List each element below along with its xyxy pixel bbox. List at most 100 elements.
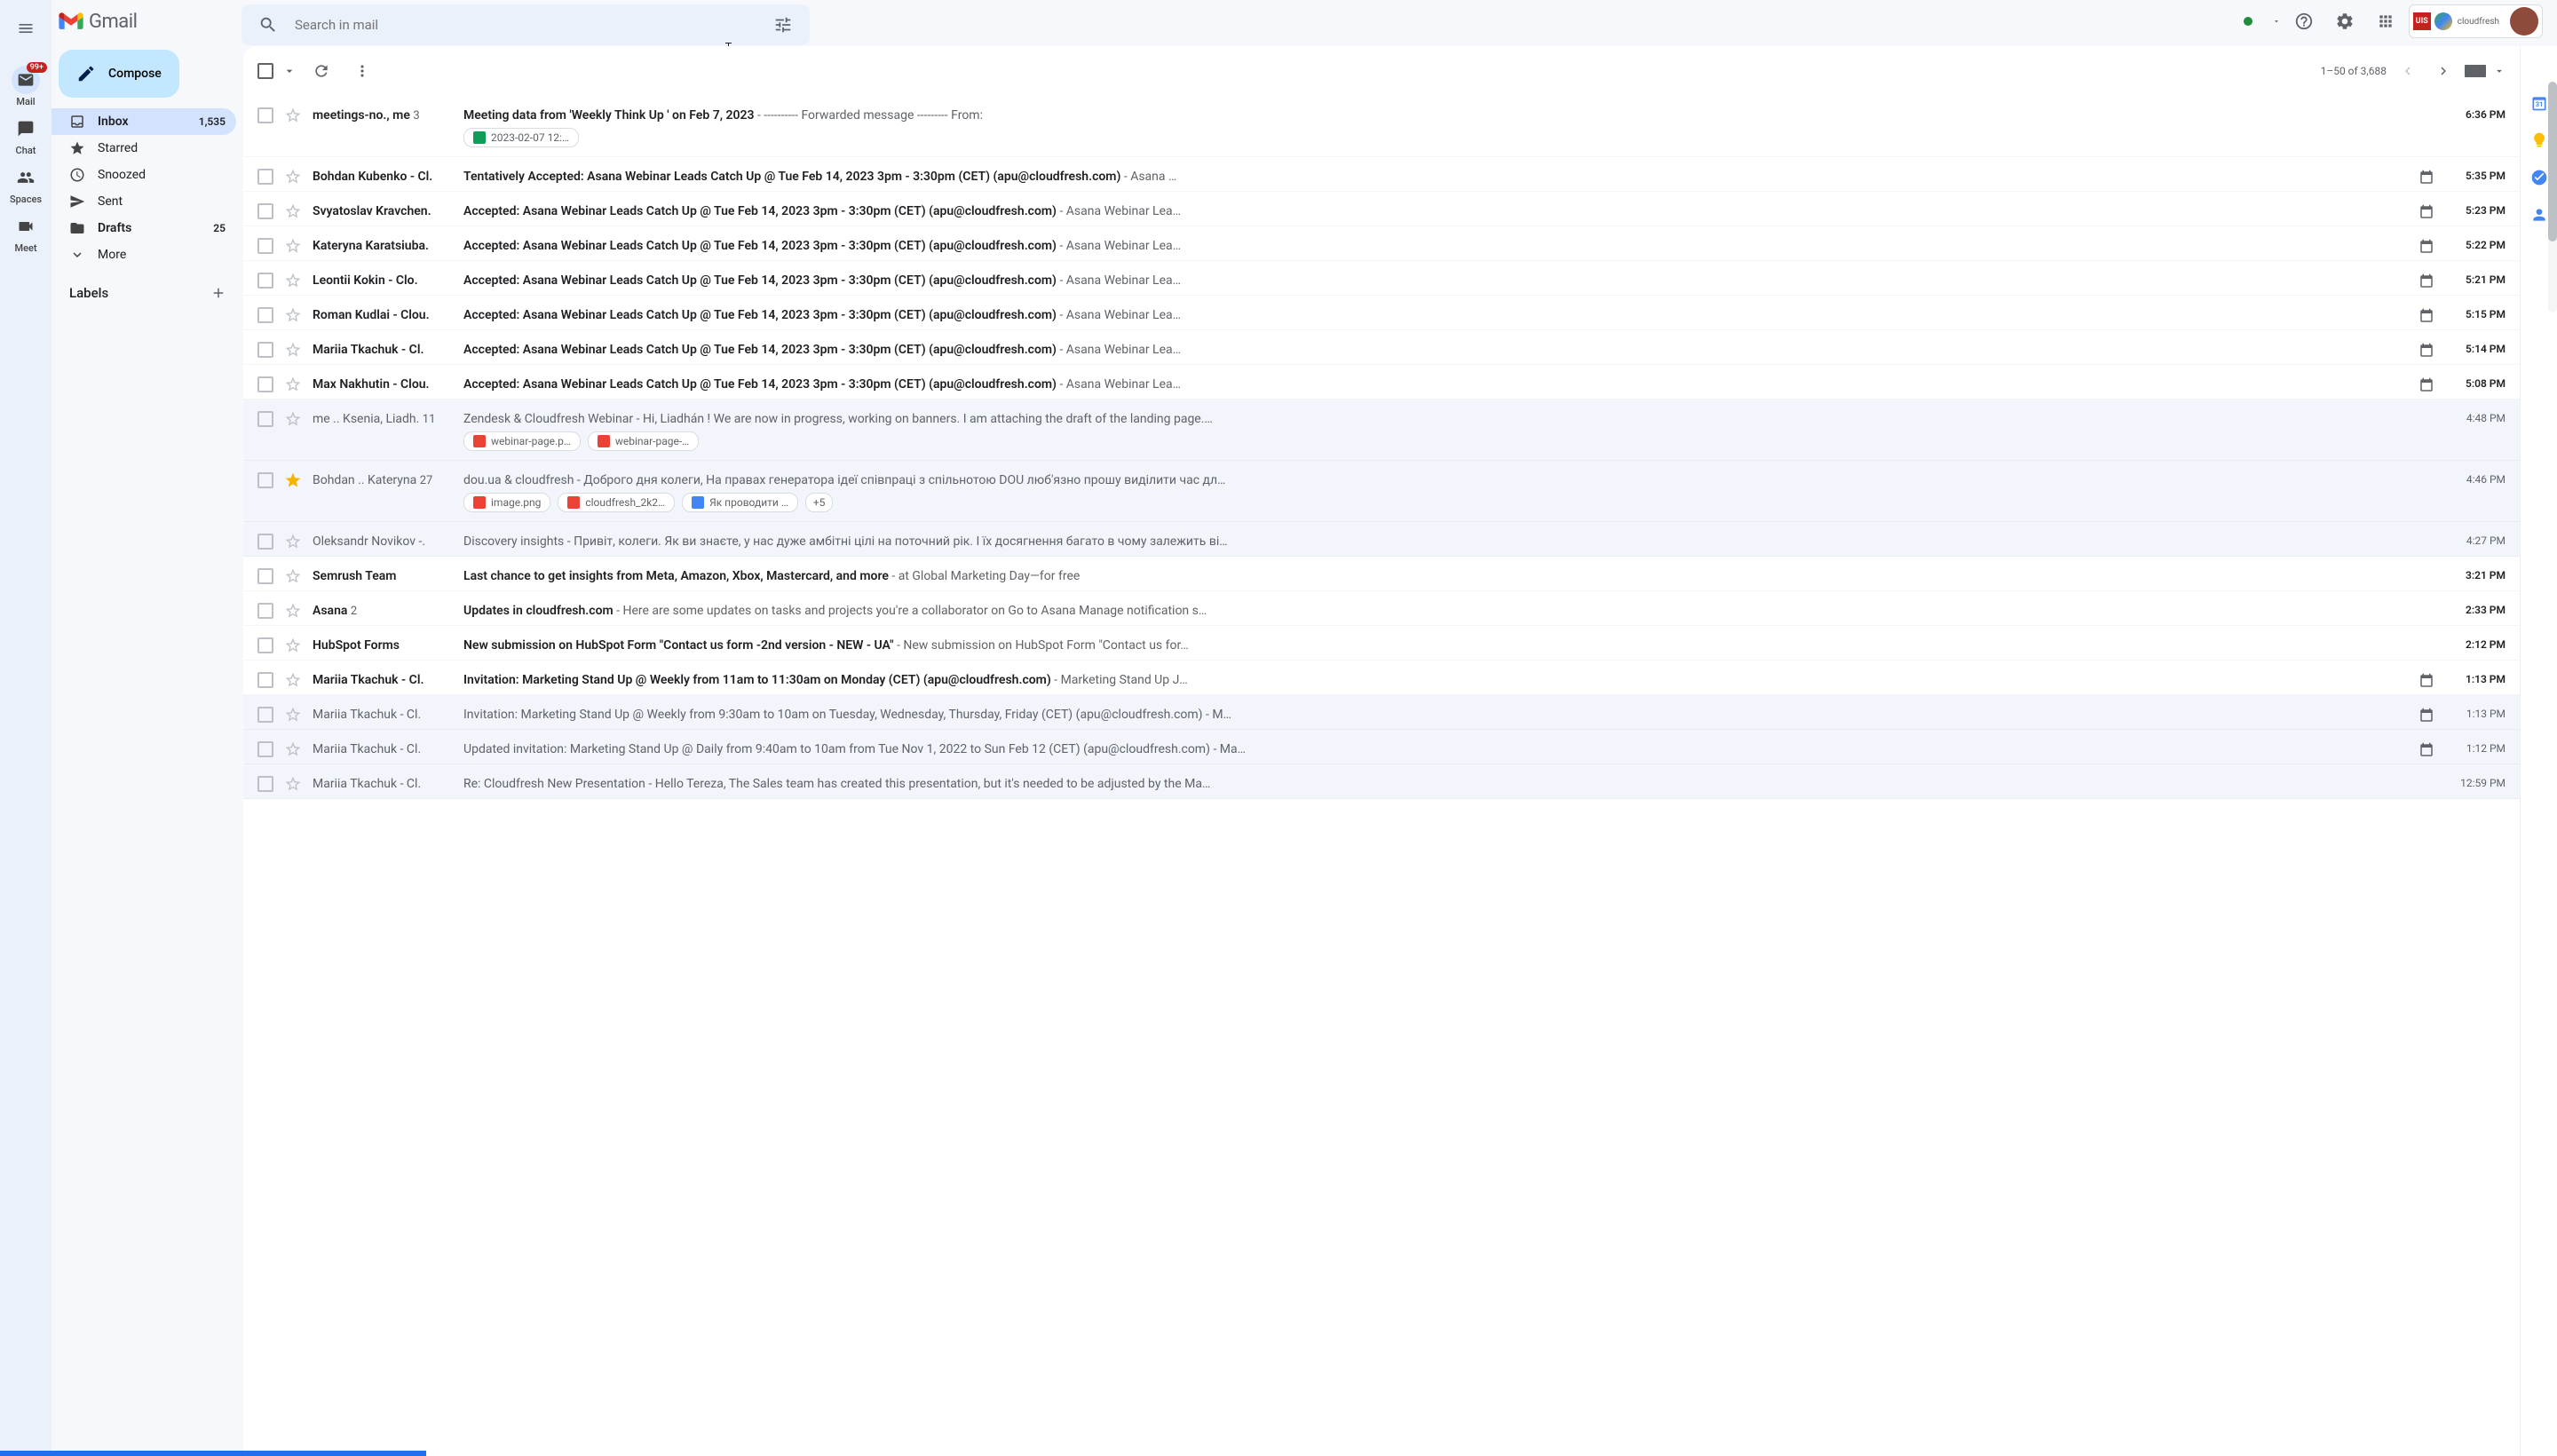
email-row[interactable]: meetings-no., me 3 Meeting data from 'We…	[243, 96, 2520, 157]
row-checkbox[interactable]	[257, 376, 273, 392]
rail-item-mail[interactable]: 99+ Mail	[10, 62, 42, 111]
compose-button[interactable]: Compose	[59, 50, 179, 98]
next-page-button[interactable]	[2429, 57, 2458, 85]
select-dropdown-icon[interactable]	[282, 64, 297, 78]
sidebar-item-more[interactable]: More	[51, 241, 236, 268]
row-checkbox[interactable]	[257, 273, 273, 289]
status-indicator[interactable]	[2244, 17, 2252, 26]
row-checkbox[interactable]	[257, 203, 273, 219]
prev-page-button[interactable]	[2394, 57, 2422, 85]
row-checkbox[interactable]	[257, 672, 273, 688]
input-tools-chevron-icon[interactable]	[2493, 65, 2506, 77]
email-row[interactable]: Kateryna Karatsiuba. Accepted: Asana Web…	[243, 226, 2520, 261]
row-checkbox[interactable]	[257, 342, 273, 358]
apps-button[interactable]	[2368, 4, 2403, 39]
star-icon[interactable]	[284, 376, 302, 393]
attachment-chip[interactable]: image.png	[463, 493, 550, 512]
add-label-button[interactable]	[208, 282, 229, 304]
star-icon[interactable]	[284, 107, 302, 124]
scrollbar[interactable]	[2548, 82, 2557, 313]
star-icon[interactable]	[284, 237, 302, 255]
support-button[interactable]	[2286, 4, 2322, 39]
email-row[interactable]: Svyatoslav Kravchen. Accepted: Asana Web…	[243, 192, 2520, 226]
row-checkbox[interactable]	[257, 411, 273, 427]
star-icon[interactable]	[284, 567, 302, 585]
email-row[interactable]: Bohdan .. Kateryna 27 dou.ua & cloudfres…	[243, 461, 2520, 522]
row-checkbox[interactable]	[257, 707, 273, 723]
email-row[interactable]: Bohdan Kubenko - Cl. Tentatively Accepte…	[243, 157, 2520, 192]
account-switcher[interactable]: UIS cloudfresh	[2409, 4, 2543, 38]
sidebar-item-sent[interactable]: Sent	[51, 188, 236, 215]
row-checkbox[interactable]	[257, 238, 273, 254]
star-icon[interactable]	[284, 671, 302, 689]
star-icon[interactable]	[284, 168, 302, 186]
attachment-more-chip[interactable]: +5	[805, 493, 834, 512]
row-checkbox[interactable]	[257, 107, 273, 123]
star-icon[interactable]	[284, 706, 302, 724]
status-chevron-icon[interactable]	[2272, 17, 2281, 26]
sidebar-item-inbox[interactable]: Inbox1,535	[51, 108, 236, 135]
email-row[interactable]: HubSpot Forms New submission on HubSpot …	[243, 626, 2520, 661]
email-row[interactable]: Roman Kudlai - Clou. Accepted: Asana Web…	[243, 296, 2520, 330]
star-icon[interactable]	[284, 306, 302, 324]
search-options-button[interactable]	[767, 9, 799, 41]
email-row[interactable]: Mariia Tkachuk - Cl. Invitation: Marketi…	[243, 695, 2520, 730]
email-row[interactable]: me .. Ksenia, Liadh. 11 Zendesk & Cloudf…	[243, 400, 2520, 461]
rail-item-meet[interactable]: Meet	[10, 209, 42, 257]
logo-area[interactable]: Gmail	[59, 11, 227, 33]
star-icon[interactable]	[284, 471, 302, 489]
search-bar[interactable]	[241, 4, 810, 45]
star-icon[interactable]	[284, 637, 302, 654]
attachment-chip[interactable]: cloudfresh_2k2…	[558, 493, 675, 512]
star-icon[interactable]	[284, 533, 302, 550]
row-checkbox[interactable]	[257, 776, 273, 792]
keep-app-icon[interactable]	[2530, 131, 2548, 149]
email-row[interactable]: Mariia Tkachuk - Cl. Accepted: Asana Web…	[243, 330, 2520, 365]
attachment-chip[interactable]: webinar-page-…	[588, 431, 699, 451]
rail-item-chat[interactable]: Chat	[10, 111, 42, 160]
email-row[interactable]: Mariia Tkachuk - Cl. Re: Cloudfresh New …	[243, 764, 2520, 799]
calendar-app-icon[interactable]: 31	[2530, 94, 2548, 112]
scrollbar-thumb[interactable]	[2548, 82, 2557, 241]
email-scroll[interactable]: 1–50 of 3,688 meetings-no., me 3	[243, 46, 2520, 1456]
attachment-chip[interactable]: 2023-02-07 12:…	[463, 128, 579, 147]
attachment-chip[interactable]: webinar-page.p…	[463, 431, 581, 451]
sidebar-item-snoozed[interactable]: Snoozed	[51, 162, 236, 188]
email-row[interactable]: Mariia Tkachuk - Cl. Invitation: Marketi…	[243, 661, 2520, 695]
sidebar-item-starred[interactable]: Starred	[51, 135, 236, 162]
email-row[interactable]: Oleksandr Novikov -. Discovery insights …	[243, 522, 2520, 557]
user-avatar[interactable]	[2510, 7, 2538, 36]
star-icon[interactable]	[284, 341, 302, 359]
sidebar-item-drafts[interactable]: Drafts25	[51, 215, 236, 241]
row-checkbox[interactable]	[257, 568, 273, 584]
star-icon[interactable]	[284, 740, 302, 758]
more-actions-button[interactable]	[346, 55, 378, 87]
email-row[interactable]: Semrush Team Last chance to get insights…	[243, 557, 2520, 591]
rail-item-spaces[interactable]: Spaces	[10, 160, 42, 209]
attachment-chip[interactable]: Як проводити …	[682, 493, 798, 512]
row-checkbox[interactable]	[257, 307, 273, 323]
star-icon[interactable]	[284, 775, 302, 793]
row-checkbox[interactable]	[257, 472, 273, 488]
row-checkbox[interactable]	[257, 637, 273, 653]
search-input[interactable]	[284, 17, 767, 33]
email-row[interactable]: Leontii Kokin - Clo. Accepted: Asana Web…	[243, 261, 2520, 296]
input-tools-button[interactable]	[2465, 65, 2486, 77]
search-button[interactable]	[252, 9, 284, 41]
settings-button[interactable]	[2327, 4, 2363, 39]
email-row[interactable]: Asana 2 Updates in cloudfresh.com - Here…	[243, 591, 2520, 626]
star-icon[interactable]	[284, 410, 302, 428]
email-row[interactable]: Mariia Tkachuk - Cl. Updated invitation:…	[243, 730, 2520, 764]
tasks-app-icon[interactable]	[2530, 169, 2548, 186]
row-checkbox[interactable]	[257, 603, 273, 619]
star-icon[interactable]	[284, 202, 302, 220]
row-checkbox[interactable]	[257, 169, 273, 185]
row-checkbox[interactable]	[257, 741, 273, 757]
refresh-button[interactable]	[305, 55, 337, 87]
contacts-app-icon[interactable]	[2530, 206, 2548, 224]
row-checkbox[interactable]	[257, 534, 273, 550]
main-menu-button[interactable]	[8, 11, 44, 46]
star-icon[interactable]	[284, 602, 302, 620]
select-all-checkbox[interactable]	[257, 63, 273, 79]
email-row[interactable]: Max Nakhutin - Clou. Accepted: Asana Web…	[243, 365, 2520, 400]
